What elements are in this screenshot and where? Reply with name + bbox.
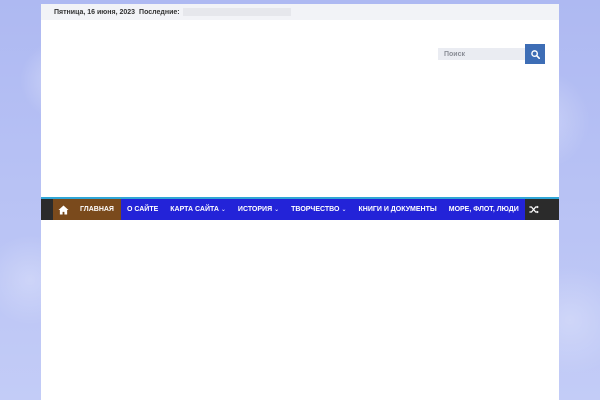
nav-item-label: ГЛАВНАЯ — [80, 206, 114, 213]
main-navigation: ГЛАВНАЯ О САЙТЕ КАРТА САЙТА ⌄ ИСТОРИЯ ⌄ ТВОРЧЕ… — [41, 199, 559, 220]
chevron-down-icon: ⌄ — [341, 207, 347, 213]
nav-item-1[interactable]: О САЙТЕ — [121, 199, 164, 220]
search-button[interactable] — [525, 44, 545, 64]
nav-item-5[interactable]: КНИГИ И ДОКУМЕНТЫ — [353, 199, 443, 220]
news-ticker[interactable] — [182, 8, 291, 16]
search-form — [438, 44, 545, 64]
current-date: Пятница, 16 июня, 2023 — [54, 8, 136, 16]
chevron-down-icon: ⌄ — [220, 207, 226, 213]
search-icon — [530, 49, 540, 59]
site-header — [41, 20, 559, 200]
nav-item-label: ИСТОРИЯ — [237, 206, 273, 213]
nav-item-label: КНИГИ И ДОКУМЕНТЫ — [358, 206, 437, 213]
shuffle-icon — [529, 205, 539, 214]
home-button[interactable] — [53, 199, 73, 220]
search-input[interactable] — [438, 48, 525, 60]
nav-menu: ГЛАВНАЯ О САЙТЕ КАРТА САЙТА ⌄ ИСТОРИЯ ⌄ ТВОРЧЕ… — [73, 199, 525, 220]
latest-news-label: Последние: — [139, 8, 180, 16]
nav-left-spacer — [41, 199, 53, 220]
random-post-button[interactable] — [525, 199, 543, 220]
nav-item-4[interactable]: ТВОРЧЕСТВО ⌄ — [285, 199, 352, 220]
nav-item-2[interactable]: КАРТА САЙТА ⌄ — [164, 199, 232, 220]
nav-item-0[interactable]: ГЛАВНАЯ — [73, 199, 121, 220]
nav-item-3[interactable]: ИСТОРИЯ ⌄ — [232, 199, 285, 220]
nav-filler — [542, 199, 559, 220]
nav-item-label: ТВОРЧЕСТВО — [291, 206, 340, 213]
home-icon — [58, 204, 68, 215]
top-bar: Пятница, 16 июня, 2023 Последние: — [41, 4, 559, 20]
nav-item-6[interactable]: МОРЕ, ФЛОТ, ЛЮДИ — [443, 199, 525, 220]
nav-item-label: МОРЕ, ФЛОТ, ЛЮДИ — [448, 206, 519, 213]
nav-item-label: КАРТА САЙТА — [170, 206, 219, 213]
chevron-down-icon: ⌄ — [274, 207, 280, 213]
nav-item-label: О САЙТЕ — [126, 206, 159, 213]
